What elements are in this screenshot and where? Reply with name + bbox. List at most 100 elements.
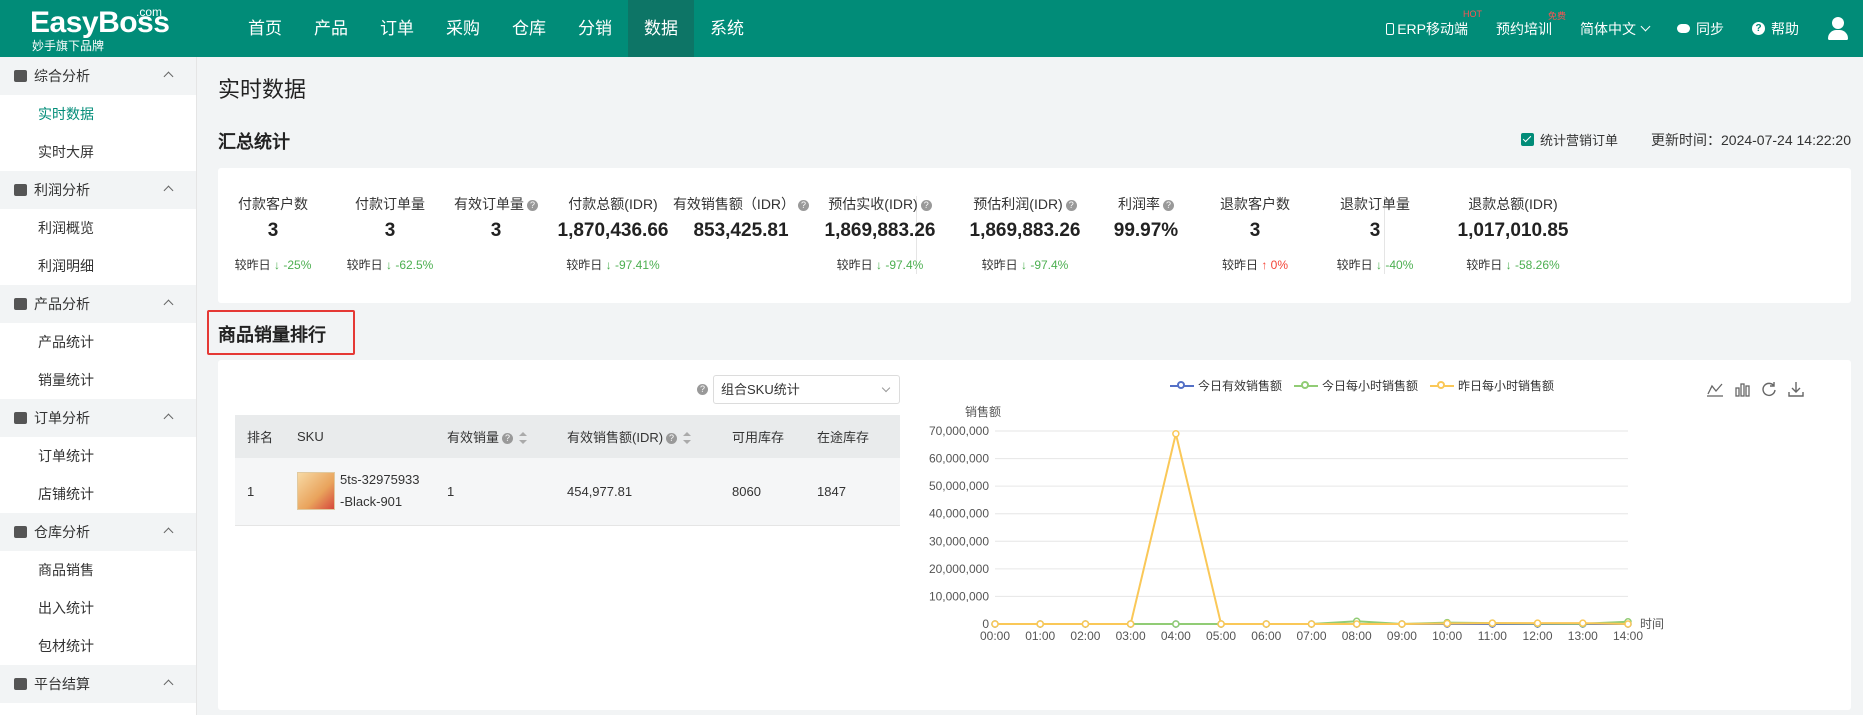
stat-compare: 较昨日 ↓ -97.4% (836, 258, 924, 272)
training-link[interactable]: 预约培训 免费 (1496, 11, 1566, 39)
chevron-up-icon (163, 527, 174, 538)
sidebar-item-4-0[interactable]: 商品销售 (0, 551, 196, 589)
data-point (1443, 619, 1451, 628)
summary-stats-card: 付款客户数 3 较昨日 ↓ -25% 付款订单量 3 较昨日 ↓ -62.5% 有效订单量?… (218, 168, 1851, 303)
y-tick-label: 10,000,000 (929, 589, 989, 603)
sort-icon[interactable] (519, 432, 528, 444)
logo-subtitle: 妙手旗下品牌 (32, 39, 105, 53)
col-qty[interactable]: 有效销量? (435, 415, 555, 458)
chart-toolbox (1706, 380, 1814, 398)
erp-mobile-label: ERP移动端 (1397, 20, 1468, 37)
phone-icon (1386, 22, 1395, 35)
sidebar: 综合分析 实时数据 实时大屏利润分析利润概览 利润明细产品分析产品统计 销量统计 订单分析… (0, 57, 197, 715)
cell-qty: 1 (435, 458, 555, 526)
sidebar-group-4[interactable]: 仓库分析 (0, 513, 196, 551)
x-tick-label: 00:00 (980, 629, 1010, 643)
sidebar-item-2-1[interactable]: 销量统计 (0, 361, 196, 399)
data-point (1172, 620, 1180, 628)
nav-item-0[interactable]: 首页 (232, 0, 298, 57)
legend-label: 今日有效销售额 (1198, 379, 1283, 393)
legend-marker (1170, 380, 1194, 389)
help-icon[interactable]: ? (502, 433, 514, 444)
free-tag: 免费 (1547, 10, 1566, 21)
sidebar-item-3-1[interactable]: 店铺统计 (0, 475, 196, 513)
legend-marker (1294, 380, 1319, 389)
y-tick-label: 30,000,000 (929, 534, 989, 548)
sidebar-group-5[interactable]: 平台结算 (0, 665, 196, 703)
sidebar-item-4-2[interactable]: 包材统计 (0, 627, 196, 665)
easyboss-logo[interactable]: EasyBoss .com 妙手旗下品牌 (30, 6, 180, 52)
sidebar-item-4-1[interactable]: 出入统计 (0, 589, 196, 627)
sidebar-group-label: 产品分析 (34, 296, 90, 312)
help-icon[interactable]: ? (1163, 200, 1174, 211)
sidebar-group-1[interactable]: 利润分析 (0, 171, 196, 209)
x-tick-label: 02:00 (1070, 629, 1100, 643)
nav-item-5[interactable]: 分销 (562, 0, 628, 57)
sidebar-item-1-1[interactable]: 利润明细 (0, 247, 196, 285)
help-icon[interactable]: ? (666, 433, 678, 444)
product-thumbnail[interactable] (297, 472, 335, 511)
group-icon (14, 412, 27, 424)
sidebar-item-2-0[interactable]: 产品统计 (0, 323, 196, 361)
sidebar-group-0[interactable]: 综合分析 (0, 57, 196, 95)
x-tick-label: 09:00 (1387, 629, 1417, 643)
legend-item-2[interactable]: 昨日每小时销售额 (1430, 377, 1554, 394)
legend-item-0[interactable]: 今日有效销售额 (1170, 377, 1282, 394)
user-avatar-icon[interactable] (1827, 16, 1849, 41)
sidebar-item-3-0[interactable]: 订单统计 (0, 437, 196, 475)
main-nav: 首页 产品 订单 采购 仓库 分销 数据 系统 (232, 0, 760, 57)
data-point (1579, 619, 1587, 627)
nav-item-6[interactable]: 数据 (628, 0, 694, 57)
sidebar-item-1-0[interactable]: 利润概览 (0, 209, 196, 247)
data-point (1126, 620, 1135, 628)
group-icon (14, 678, 27, 690)
refresh-icon[interactable] (1760, 380, 1778, 398)
help-icon[interactable]: ? (697, 384, 708, 395)
help-icon[interactable]: ? (527, 200, 538, 211)
help-icon[interactable]: ? (920, 200, 932, 211)
sidebar-group-2[interactable]: 产品分析 (0, 285, 196, 323)
stat-label: 退款总额(IDR) (1468, 196, 1558, 212)
sidebar-group-3[interactable]: 订单分析 (0, 399, 196, 437)
bar-chart-icon[interactable] (1733, 380, 1751, 398)
cell-stock: 8060 (720, 458, 805, 526)
sidebar-group-label: 利润分析 (34, 182, 90, 198)
group-icon (14, 526, 27, 538)
data-point (1036, 620, 1044, 628)
sync-button[interactable]: 同步 (1677, 19, 1724, 39)
data-point (991, 620, 999, 628)
x-tick-label: 14:00 (1613, 629, 1643, 643)
nav-item-1[interactable]: 产品 (298, 0, 364, 57)
nav-item-7[interactable]: 系统 (694, 0, 760, 57)
sidebar-item-0-1[interactable]: 实时大屏 (0, 133, 196, 171)
x-tick-label: 04:00 (1161, 629, 1191, 643)
marketing-orders-checkbox[interactable]: 统计营销订单 (1520, 130, 1618, 149)
erp-mobile-link[interactable]: ERP移动端 HOT (1386, 9, 1482, 39)
sku-text[interactable]: 5ts-32975933-Black-901 (340, 469, 422, 513)
line-chart-icon[interactable] (1706, 380, 1724, 398)
help-button[interactable]: ? 帮助 (1752, 19, 1799, 39)
y-tick-label: 60,000,000 (929, 452, 989, 466)
cell-transit: 1847 (805, 458, 900, 526)
checkbox-checked-icon (1520, 133, 1534, 146)
legend-item-1[interactable]: 今日每小时销售额 (1294, 377, 1418, 394)
col-amount[interactable]: 有效销售额(IDR)? (555, 415, 720, 458)
x-tick-label: 11:00 (1478, 629, 1507, 643)
stat-value: 853,425.81 (693, 220, 789, 241)
language-dropdown[interactable]: 简体中文 (1580, 19, 1651, 39)
download-icon[interactable] (1787, 380, 1805, 398)
legend-marker (1430, 380, 1455, 389)
x-tick-label: 13:00 (1568, 629, 1598, 643)
group-icon (14, 298, 27, 310)
stat-value: 1,869,883.26 (824, 220, 936, 241)
sort-icon[interactable] (683, 432, 692, 444)
nav-item-3[interactable]: 采购 (430, 0, 496, 57)
sku-stat-select[interactable]: 组合SKU统计 (713, 375, 900, 404)
series-line-2 (995, 433, 1629, 625)
highlight-box (207, 310, 355, 355)
chevron-up-icon (163, 185, 174, 196)
sidebar-item-0-0[interactable]: 实时数据 (0, 95, 196, 133)
nav-item-2[interactable]: 订单 (364, 0, 430, 57)
nav-item-4[interactable]: 仓库 (496, 0, 562, 57)
table-row[interactable]: 1 5ts-32975933-Black-901 1 454,977.81 80… (235, 458, 900, 526)
